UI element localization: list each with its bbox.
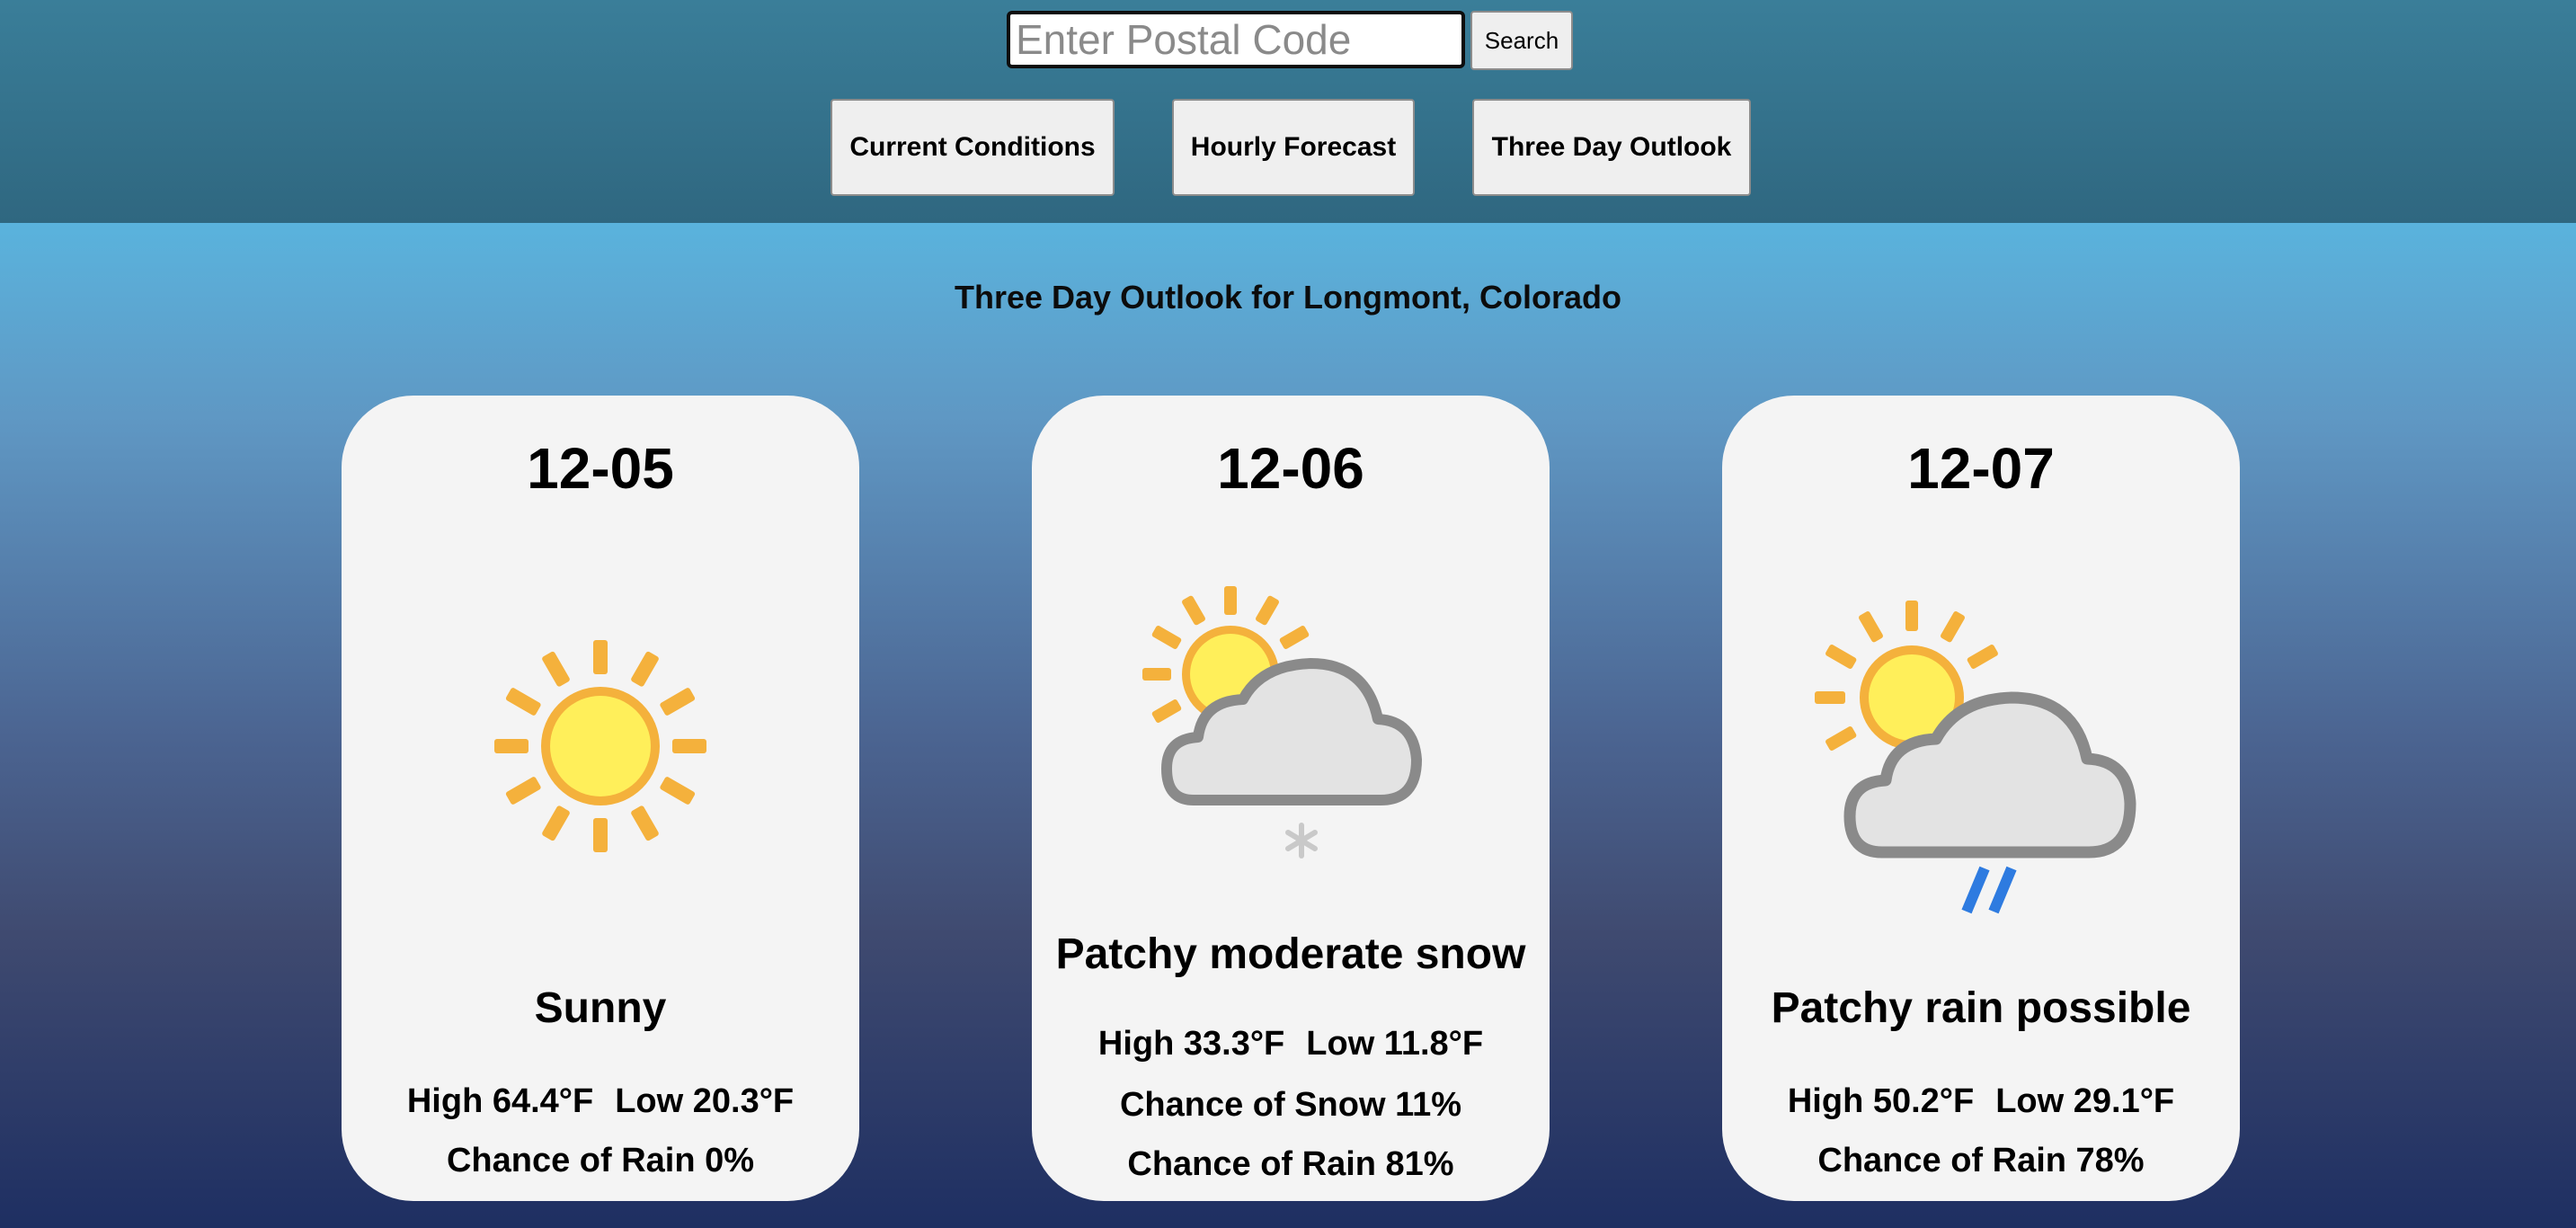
card-date: 12-07 bbox=[1907, 436, 2055, 501]
current-conditions-button[interactable]: Current Conditions bbox=[831, 99, 1115, 196]
card-rain-chance: Chance of Rain 0% bbox=[446, 1142, 755, 1179]
card-rain-chance: Chance of Rain 78% bbox=[1817, 1142, 2145, 1179]
forecast-card-day-2: 12-06 Patchy moderate snow High 33.3°F L… bbox=[1032, 396, 1550, 1201]
card-temperatures: High 33.3°F Low 11.8°F bbox=[1032, 1025, 1550, 1063]
forecast-card-day-3: 12-07 Patchy rain possible High 50.2°F Lo… bbox=[1722, 396, 2240, 1201]
three-day-outlook-button[interactable]: Three Day Outlook bbox=[1472, 99, 1751, 196]
card-high: High 33.3°F bbox=[1097, 1025, 1285, 1063]
card-date: 12-05 bbox=[527, 436, 674, 501]
card-low: Low 29.1°F bbox=[1995, 1082, 2175, 1120]
card-high: High 50.2°F bbox=[1787, 1082, 1975, 1120]
card-temperatures: High 64.4°F Low 20.3°F bbox=[342, 1082, 859, 1121]
hourly-forecast-button[interactable]: Hourly Forecast bbox=[1172, 99, 1415, 196]
forecast-card-day-1: 12-05 Sunny High 64.4°F Low 20.3°F Chanc… bbox=[342, 396, 859, 1201]
sunny-icon bbox=[484, 629, 717, 868]
patchy-rain-icon bbox=[1808, 599, 2168, 927]
card-rain-chance: Chance of Rain 81% bbox=[1127, 1145, 1454, 1183]
postal-code-input[interactable] bbox=[1007, 11, 1465, 68]
card-condition: Sunny bbox=[534, 984, 667, 1032]
header-bar: Search Current Conditions Hourly Forecas… bbox=[0, 0, 2576, 223]
card-temperatures: High 50.2°F Low 29.1°F bbox=[1722, 1082, 2240, 1121]
search-button[interactable]: Search bbox=[1470, 11, 1573, 70]
card-high: High 64.4°F bbox=[406, 1082, 594, 1120]
card-low: Low 11.8°F bbox=[1306, 1025, 1484, 1063]
card-snow-chance: Chance of Snow 11% bbox=[1119, 1086, 1462, 1124]
card-condition: Patchy moderate snow bbox=[1055, 930, 1526, 978]
patchy-snow-icon bbox=[1131, 584, 1454, 885]
card-date: 12-06 bbox=[1217, 436, 1364, 501]
page-title: Three Day Outlook for Longmont, Colorado bbox=[955, 279, 1621, 316]
card-low: Low 20.3°F bbox=[615, 1082, 795, 1120]
card-condition: Patchy rain possible bbox=[1771, 984, 2191, 1032]
